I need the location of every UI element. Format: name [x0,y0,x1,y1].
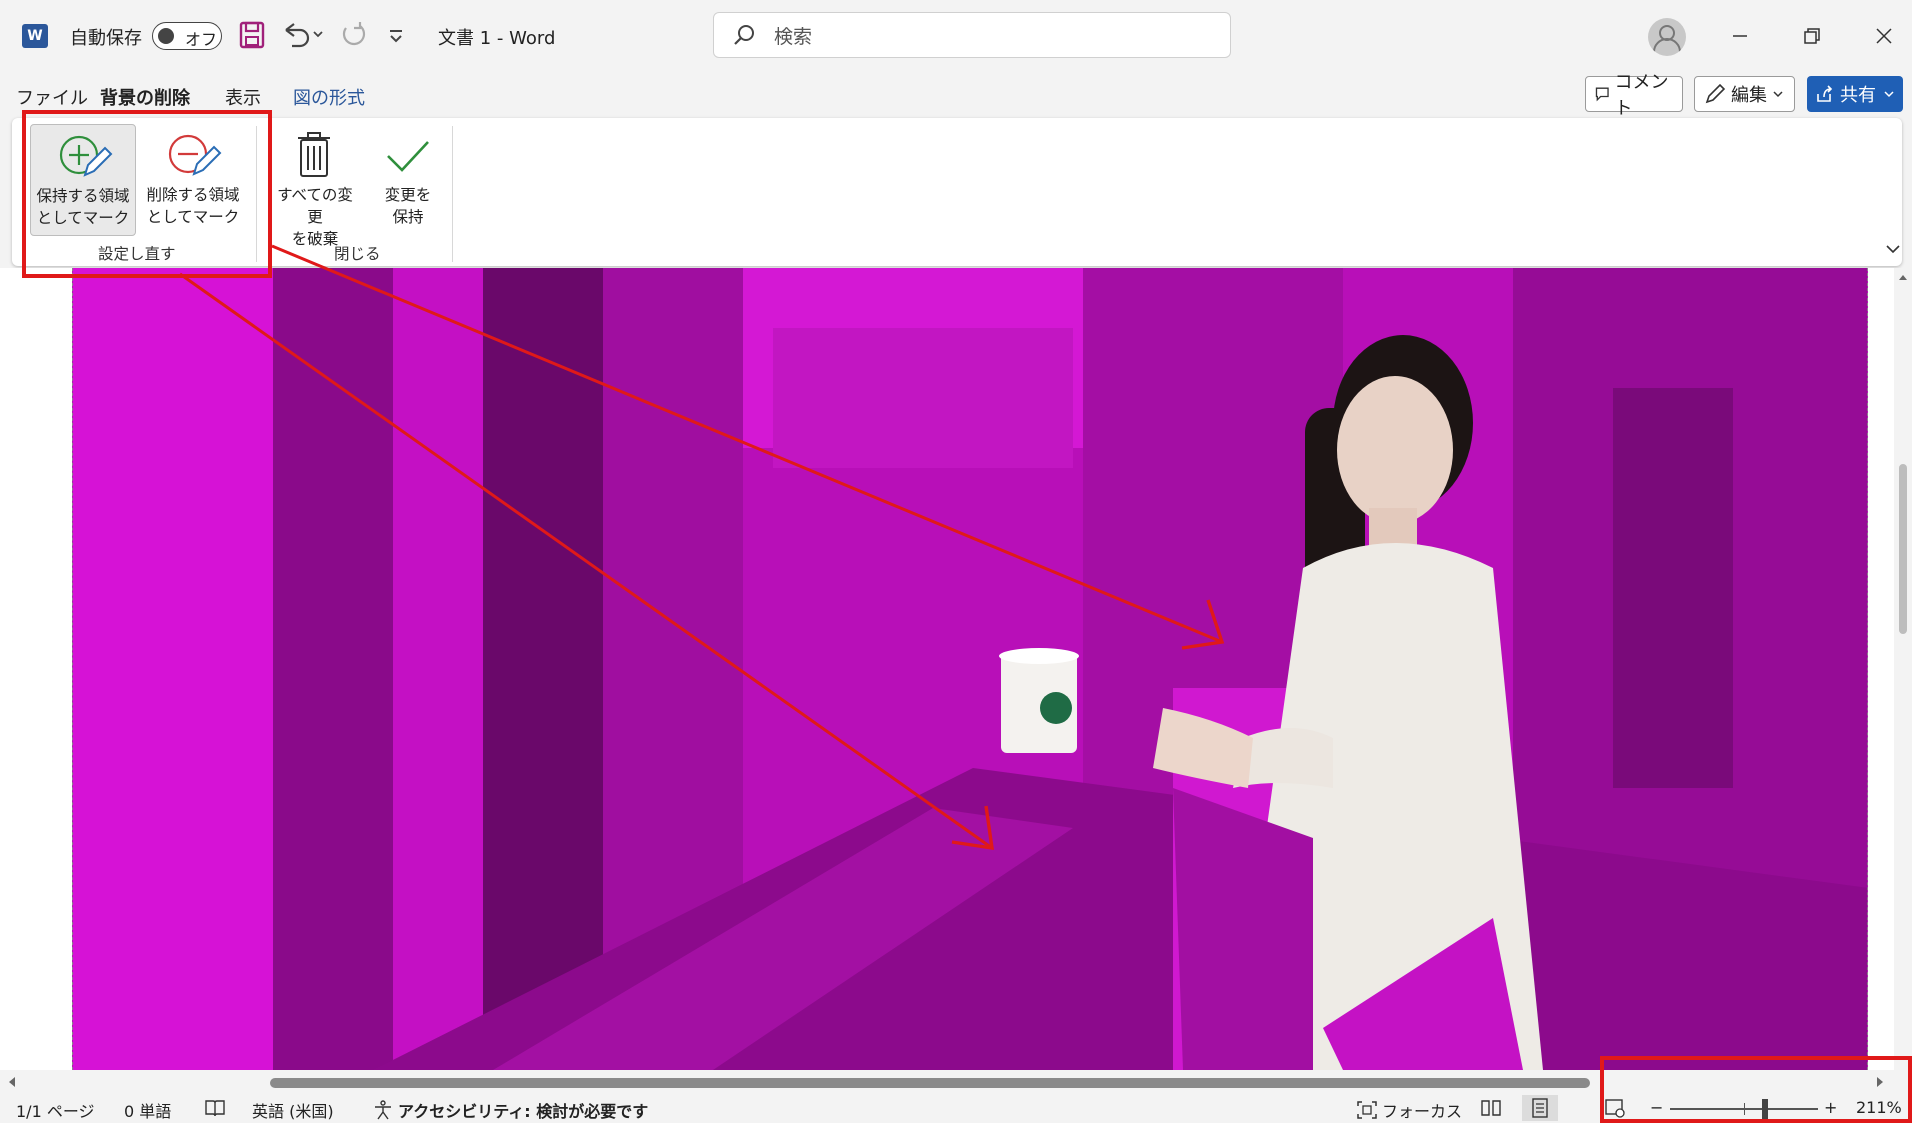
vertical-scroll-thumb[interactable] [1899,464,1907,634]
vertical-scrollbar[interactable] [1894,268,1912,1070]
accessibility-label: アクセシビリティ: 検討が必要です [398,1102,649,1121]
focus-icon [1357,1101,1377,1119]
focus-label: フォーカス [1382,1102,1463,1121]
word-count[interactable]: 0 単語 [124,1098,171,1122]
focus-mode-button[interactable]: フォーカス [1356,1098,1462,1122]
proofing-icon[interactable] [204,1098,226,1118]
page-count[interactable]: 1/1 ページ [16,1098,95,1122]
highlight-box-zoom [1600,1056,1912,1123]
scroll-left-icon[interactable] [6,1076,18,1088]
highlight-box-mark-buttons [22,110,272,278]
horizontal-scroll-thumb[interactable] [270,1078,1590,1088]
accessibility-status[interactable]: アクセシビリティ: 検討が必要です [372,1098,648,1122]
language-status[interactable]: 英語 (米国) [252,1098,334,1122]
read-mode-icon[interactable] [1480,1098,1502,1118]
accessibility-icon [375,1100,391,1120]
print-layout-icon[interactable] [1522,1095,1558,1121]
scroll-up-icon[interactable] [1897,272,1909,282]
annotation-arrows [179,244,1225,851]
